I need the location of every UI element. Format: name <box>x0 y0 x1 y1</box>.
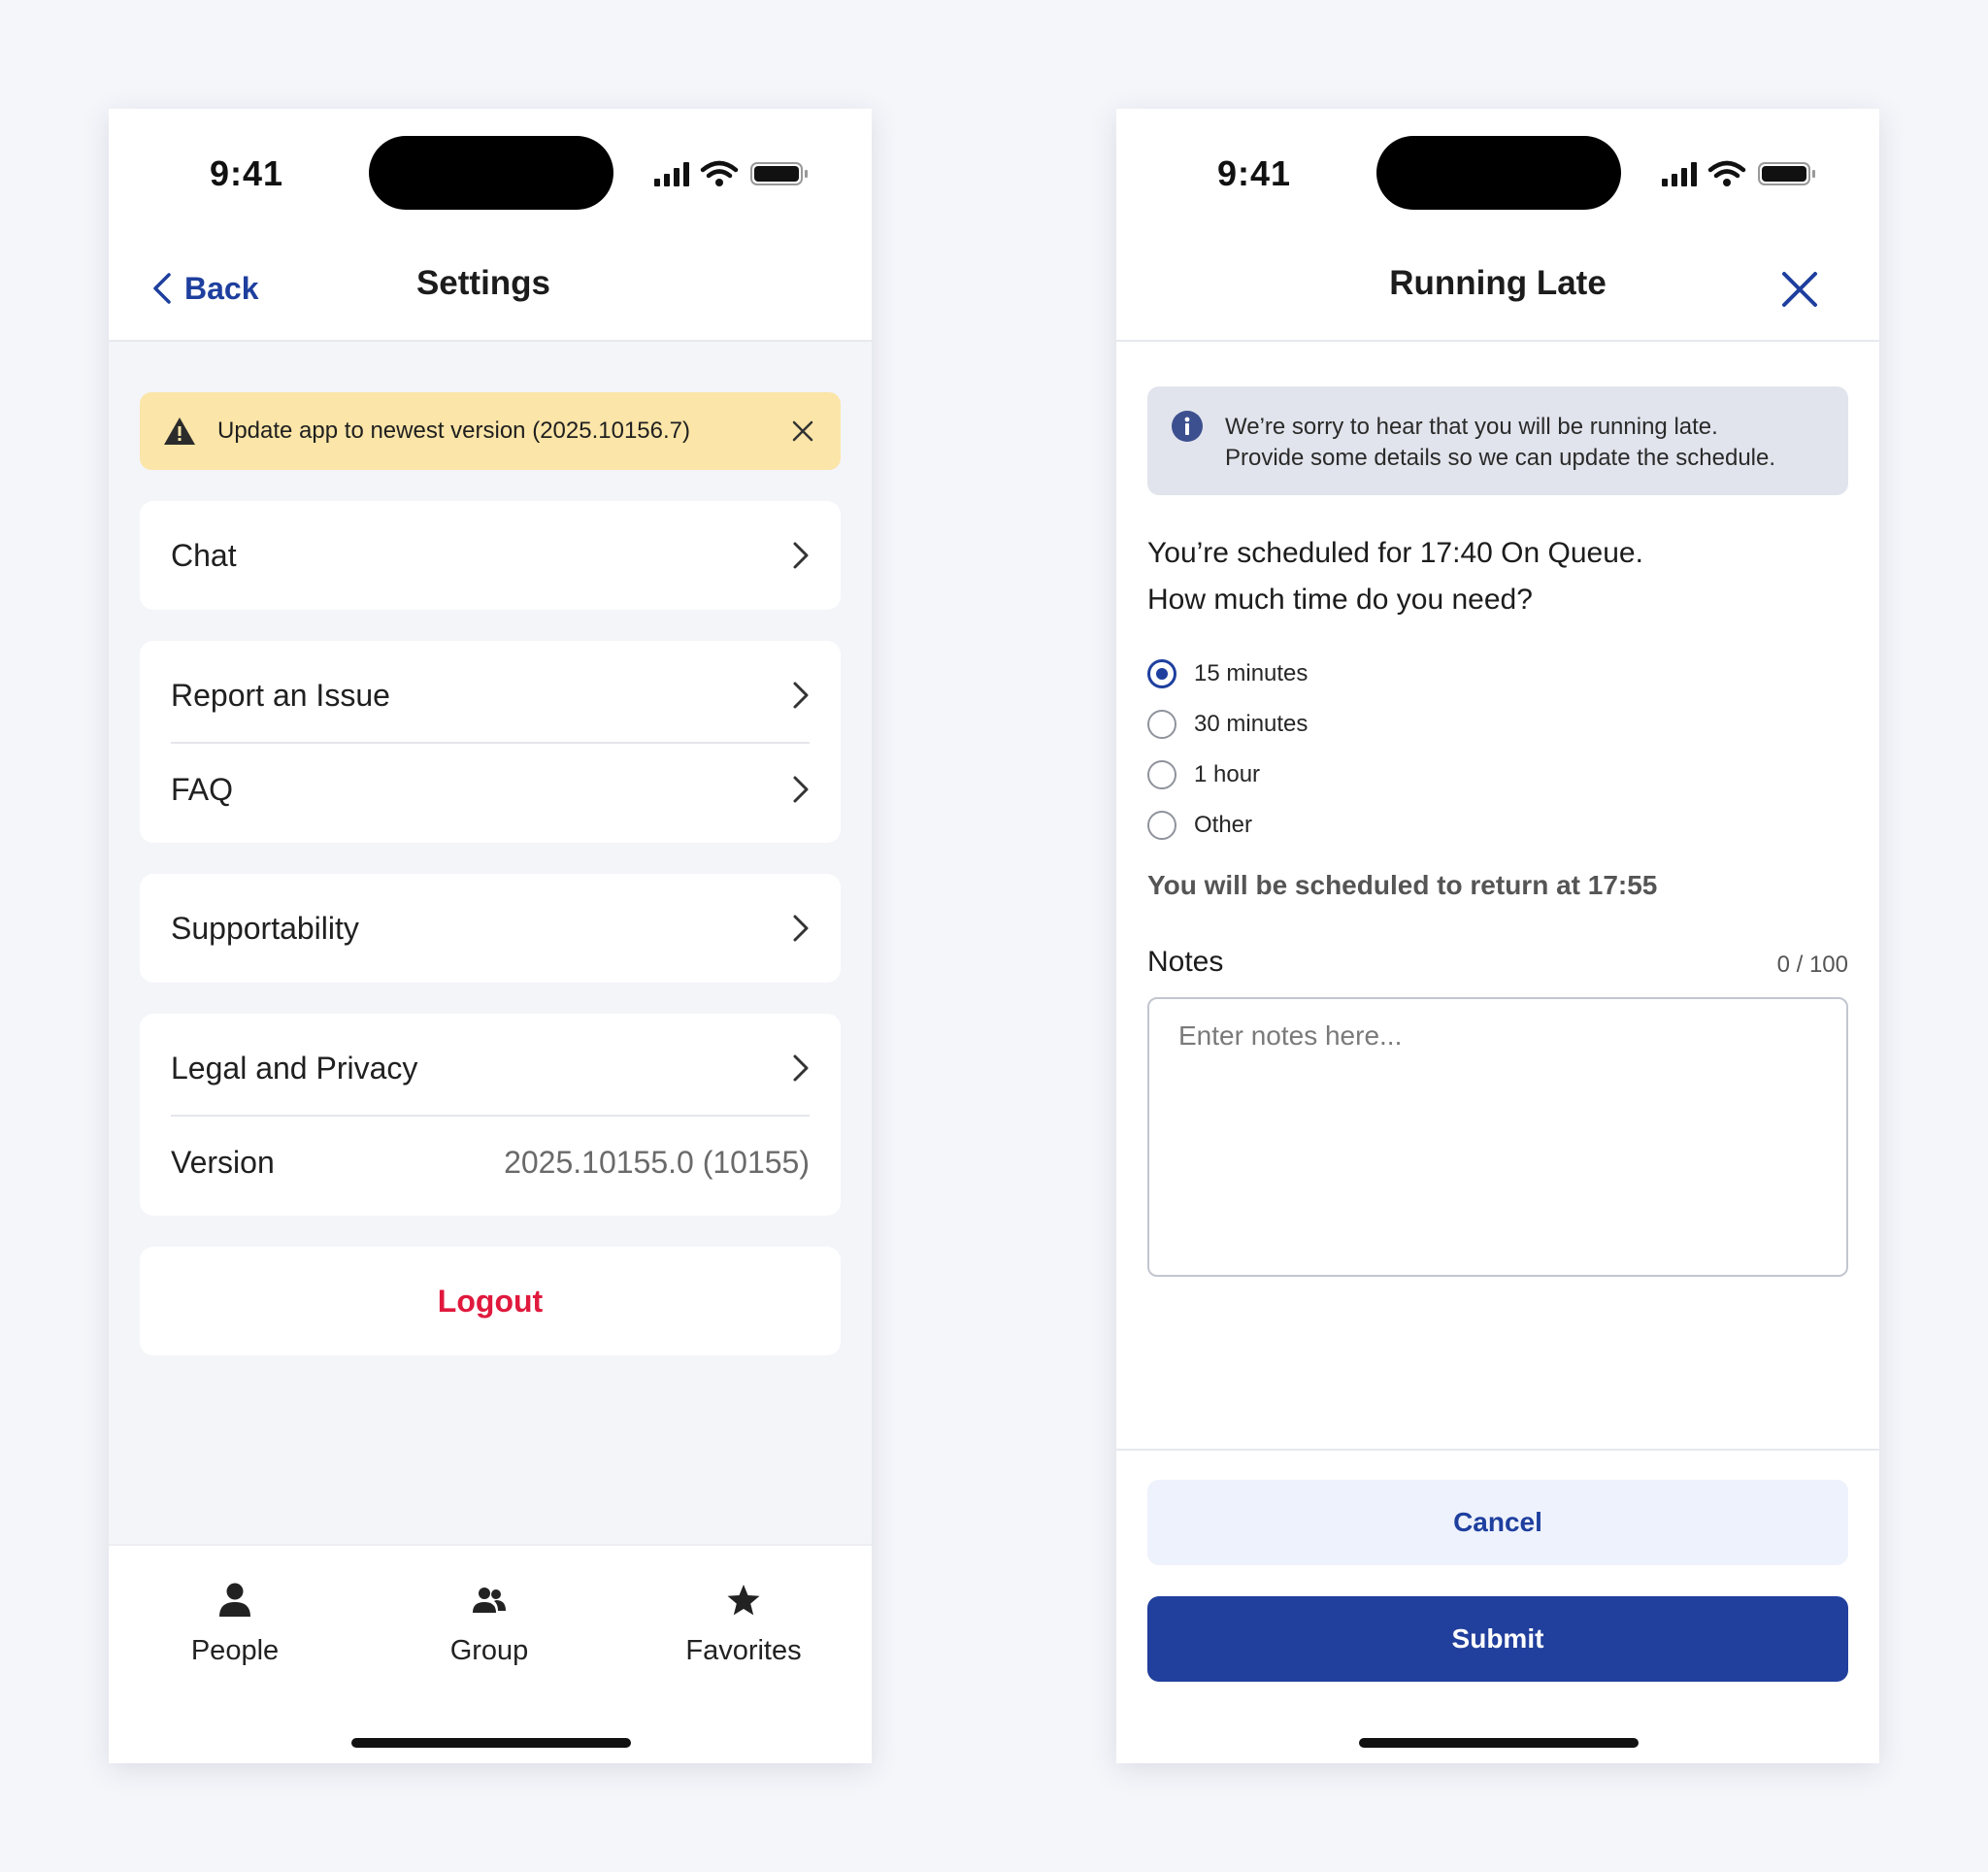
banner-close-button[interactable] <box>786 415 819 448</box>
chat-card: Chat <box>140 501 841 610</box>
close-icon <box>1782 272 1817 307</box>
battery-icon <box>1758 162 1815 185</box>
submit-button[interactable]: Submit <box>1147 1596 1848 1682</box>
radio-button[interactable] <box>1147 710 1176 739</box>
cancel-button[interactable]: Cancel <box>1147 1480 1848 1565</box>
radio-label: 1 hour <box>1194 761 1261 787</box>
cellular-signal-icon <box>1662 162 1697 186</box>
support-card: Report an Issue FAQ <box>140 641 841 843</box>
logout-button[interactable]: Logout <box>140 1247 841 1355</box>
status-time: 9:41 <box>1217 153 1292 193</box>
radio-button[interactable] <box>1147 760 1176 789</box>
status-bar: 9:41 <box>1116 109 1879 235</box>
radio-label: 15 minutes <box>1194 660 1309 686</box>
dynamic-island <box>1376 136 1621 210</box>
menu-item-label: Report an Issue <box>171 677 390 713</box>
supportability-card: Supportability <box>140 874 841 983</box>
footer-divider <box>1116 1449 1879 1451</box>
nav-bar: Back Settings <box>109 235 872 342</box>
radio-option-other[interactable]: Other <box>1147 800 1308 851</box>
notes-counter: 0 / 100 <box>1776 952 1848 978</box>
menu-item-label: Chat <box>171 537 237 573</box>
cellular-signal-icon <box>654 162 689 186</box>
tab-label: Group <box>449 1635 529 1666</box>
status-bar: 9:41 <box>109 109 872 235</box>
notes-textarea[interactable] <box>1147 997 1848 1277</box>
radio-label: 30 minutes <box>1194 711 1309 737</box>
notes-label: Notes <box>1147 946 1224 978</box>
chevron-right-icon <box>793 682 809 709</box>
chevron-right-icon <box>793 915 809 942</box>
update-banner: Update app to newest version (2025.10156… <box>140 392 841 470</box>
info-icon <box>1172 411 1203 442</box>
menu-item-supportability[interactable]: Supportability <box>171 882 810 975</box>
star-icon <box>727 1585 760 1616</box>
question-line-1: You’re scheduled for 17:40 On Queue. <box>1147 537 1643 569</box>
version-value: 2025.10155.0 (10155) <box>504 1144 810 1180</box>
tab-bar: People Group Favorites <box>109 1544 872 1763</box>
schedule-question: You’re scheduled for 17:40 On Queue. How… <box>1147 530 1643 623</box>
warning-icon <box>164 418 195 445</box>
logout-card: Logout <box>140 1247 841 1355</box>
tab-label: Favorites <box>685 1635 802 1666</box>
menu-item-chat[interactable]: Chat <box>171 509 810 602</box>
info-box: We’re sorry to hear that you will be run… <box>1147 386 1848 495</box>
radio-button-selected[interactable] <box>1147 659 1176 688</box>
chevron-right-icon <box>793 776 809 803</box>
version-row: Version 2025.10155.0 (10155) <box>171 1115 810 1208</box>
tab-favorites[interactable]: Favorites <box>646 1581 841 1667</box>
running-late-screen: 9:41 Running Late We’re sorry to hear th… <box>1116 109 1879 1763</box>
legal-card: Legal and Privacy Version 2025.10155.0 (… <box>140 1014 841 1216</box>
info-line-1: We’re sorry to hear that you will be run… <box>1225 414 1718 440</box>
version-label: Version <box>171 1144 275 1180</box>
menu-item-label: Legal and Privacy <box>171 1050 418 1086</box>
wifi-icon <box>700 160 739 179</box>
menu-item-label: Supportability <box>171 910 359 946</box>
group-icon <box>473 1588 506 1613</box>
page-title: Running Late <box>1389 264 1607 302</box>
status-time: 9:41 <box>210 153 284 193</box>
chevron-right-icon <box>793 1054 809 1082</box>
home-indicator <box>351 1738 631 1748</box>
tab-label: People <box>190 1635 280 1666</box>
status-icons <box>1662 160 1815 186</box>
radio-option-1-hour[interactable]: 1 hour <box>1147 750 1308 800</box>
status-icons <box>654 160 808 186</box>
return-time-text: You will be scheduled to return at 17:55 <box>1147 870 1658 900</box>
nav-bar: Running Late <box>1116 235 1879 342</box>
radio-label: Other <box>1194 812 1253 838</box>
battery-icon <box>750 162 808 185</box>
info-text: We’re sorry to hear that you will be run… <box>1225 412 1775 474</box>
settings-screen: 9:41 Back Settings Update app to newest … <box>109 109 872 1763</box>
tab-group[interactable]: Group <box>392 1581 586 1667</box>
menu-item-label: FAQ <box>171 771 234 807</box>
page-title: Settings <box>415 264 551 302</box>
close-button[interactable] <box>1778 268 1821 311</box>
time-options: 15 minutes 30 minutes 1 hour Other <box>1147 649 1308 851</box>
dynamic-island <box>369 136 613 210</box>
menu-item-faq[interactable]: FAQ <box>171 742 810 835</box>
banner-text: Update app to newest version (2025.10156… <box>217 418 690 444</box>
close-icon <box>792 420 813 442</box>
tab-people[interactable]: People <box>138 1581 332 1667</box>
info-line-2: Provide some details so we can update th… <box>1225 445 1776 471</box>
question-line-2: How much time do you need? <box>1147 584 1533 616</box>
menu-item-legal-privacy[interactable]: Legal and Privacy <box>171 1021 810 1115</box>
radio-button[interactable] <box>1147 811 1176 840</box>
menu-item-report-issue[interactable]: Report an Issue <box>171 649 810 742</box>
home-indicator <box>1359 1738 1639 1748</box>
radio-option-30-minutes[interactable]: 30 minutes <box>1147 699 1308 750</box>
person-icon <box>219 1583 250 1617</box>
chevron-right-icon <box>793 542 809 569</box>
wifi-icon <box>1707 160 1746 179</box>
radio-option-15-minutes[interactable]: 15 minutes <box>1147 649 1308 699</box>
